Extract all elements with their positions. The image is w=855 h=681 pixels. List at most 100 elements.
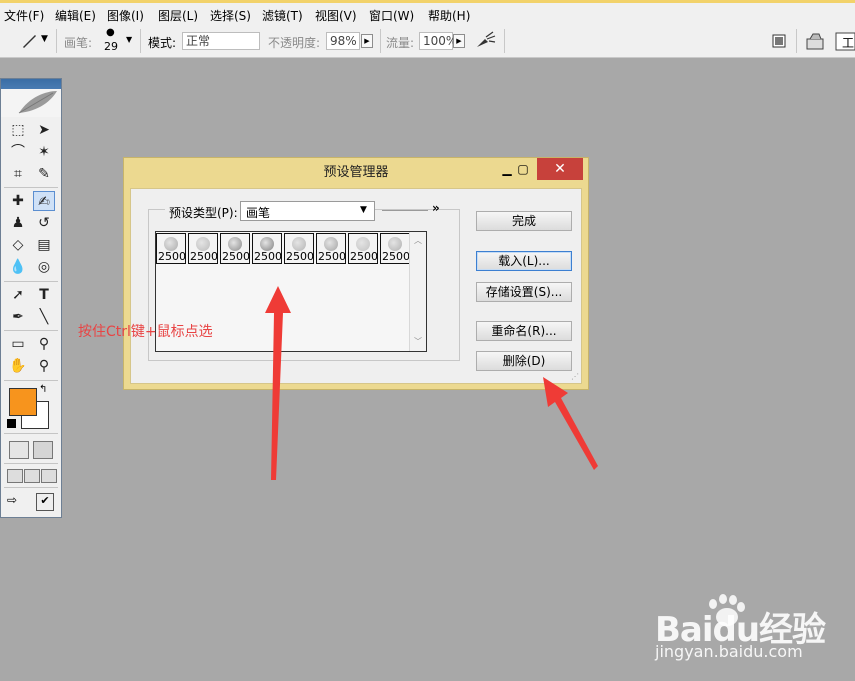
opacity-label: 不透明度: [268, 36, 321, 50]
preset-swatch[interactable]: 2500 [284, 233, 314, 264]
workspace-icon[interactable]: 工 [834, 30, 855, 52]
preset-swatch[interactable]: 2500 [188, 233, 218, 264]
preset-type-label: 预设类型(P): [165, 204, 242, 221]
edit-in-imageready-icon[interactable]: ✔ [36, 493, 54, 511]
default-colors-icon[interactable] [7, 419, 16, 428]
scroll-down-icon[interactable]: ﹀ [414, 336, 422, 347]
more-options-button[interactable]: » [432, 201, 440, 215]
file-browser-icon[interactable] [804, 30, 826, 52]
brush-picker-chevron-icon[interactable]: ▼ [126, 35, 132, 44]
brush-dot-icon: ● [106, 27, 115, 38]
feather-logo-icon [1, 89, 61, 117]
svg-text:工: 工 [842, 36, 854, 50]
menu-bar: 文件(F) 编辑(E) 图像(I) 图层(L) 选择(S) 滤镜(T) 视图(V… [0, 0, 855, 24]
divider [382, 210, 428, 211]
resize-grip-icon[interactable]: ⋰ [571, 372, 579, 381]
preset-swatch[interactable]: 2500 [348, 233, 378, 264]
line-icon[interactable]: ╲ [33, 307, 55, 327]
menu-help[interactable]: 帮助(H) [428, 7, 470, 24]
magic-wand-icon[interactable]: ✶ [33, 142, 55, 162]
slice-icon[interactable]: ✎ [33, 164, 55, 184]
lasso-icon[interactable]: ⌒ [7, 142, 29, 162]
arrow-to-delete-button [543, 377, 598, 470]
menu-edit[interactable]: 编辑(E) [55, 7, 96, 24]
blur-icon[interactable]: 💧 [7, 257, 29, 277]
standard-mode-icon[interactable] [9, 441, 29, 459]
healing-icon[interactable]: ✚ [7, 191, 29, 211]
eraser-icon[interactable]: ◇ [7, 235, 29, 255]
scrollbar[interactable]: ︿ ﹀ [409, 232, 426, 351]
opacity-arrow-icon[interactable]: ▶ [361, 34, 373, 48]
palette-well-icon[interactable] [771, 33, 787, 49]
brush-size[interactable]: 29 [104, 40, 118, 53]
preset-swatch[interactable]: 2500 [380, 233, 410, 264]
toolbox: ⬚ ➤ ⌒ ✶ ⌗ ✎ ✚ ✍ ♟ ↺ ◇ ▤ 💧 ◎ ➚ T ✒ ╲ ▭ ⚲ … [0, 78, 62, 518]
preset-size: 2500 [318, 250, 346, 263]
notes-icon[interactable]: ▭ [7, 334, 29, 354]
load-button[interactable]: 载入(L)... [476, 251, 572, 271]
scroll-up-icon[interactable]: ︿ [414, 235, 422, 246]
menu-image[interactable]: 图像(I) [107, 7, 144, 24]
preset-size: 2500 [254, 250, 282, 263]
brush-label: 画笔: [64, 36, 93, 50]
preset-size: 2500 [158, 250, 186, 263]
delete-button[interactable]: 删除(D) [476, 351, 572, 371]
move-icon[interactable]: ➤ [33, 120, 55, 140]
tool-preset-chevron-icon[interactable]: ▼ [41, 34, 48, 44]
type-icon[interactable]: T [33, 285, 55, 305]
brush-tip-icon [260, 237, 274, 251]
screen-mode-full-icon[interactable] [41, 469, 57, 483]
opacity-field[interactable]: 98% [326, 32, 360, 50]
toolbox-header[interactable] [1, 79, 61, 117]
options-bar: ▼ 画笔: ● 29 ▼ 模式: 正常 不透明度: 98% ▶ 流量: 100%… [0, 24, 855, 58]
brush-tip-icon [228, 237, 242, 251]
flow-field[interactable]: 100% [419, 32, 457, 50]
pen-icon[interactable]: ✒ [7, 307, 29, 327]
maximize-icon[interactable]: ▢ [510, 159, 536, 179]
menu-file[interactable]: 文件(F) [4, 7, 44, 24]
crop-icon[interactable]: ⌗ [7, 164, 29, 184]
menu-view[interactable]: 视图(V) [315, 7, 357, 24]
quick-mask-icon[interactable] [33, 441, 53, 459]
mode-select[interactable]: 正常 [182, 32, 260, 50]
preset-size: 2500 [190, 250, 218, 263]
zoom-icon[interactable]: ⚲ [33, 356, 55, 376]
dialog-client: 预设类型(P): 画笔 ▼ » 2500 2500 2500 2500 2500 2500… [130, 188, 582, 384]
save-set-button[interactable]: 存储设置(S)... [476, 282, 572, 302]
swap-colors-icon[interactable]: ↰ [39, 384, 47, 395]
screen-mode-menu-icon[interactable] [24, 469, 40, 483]
done-button[interactable]: 完成 [476, 211, 572, 231]
close-icon[interactable]: ✕ [537, 158, 583, 180]
preset-type-select[interactable]: 画笔 ▼ [240, 201, 375, 221]
dodge-icon[interactable]: ◎ [33, 257, 55, 277]
brush-tip-icon [324, 237, 338, 251]
menu-window[interactable]: 窗口(W) [369, 7, 414, 24]
marquee-icon[interactable]: ⬚ [7, 120, 29, 140]
eyedropper-icon[interactable]: ⚲ [33, 334, 55, 354]
preset-swatch[interactable]: 2500 [220, 233, 250, 264]
jump-to-imageready-icon[interactable]: ⇨ [7, 493, 29, 509]
preset-size: 2500 [382, 250, 410, 263]
menu-filter[interactable]: 滤镜(T) [262, 7, 303, 24]
brush-icon[interactable]: ✍ [33, 191, 55, 211]
preset-swatch[interactable]: 2500 [316, 233, 346, 264]
brush-tip-icon [356, 237, 370, 251]
rename-button[interactable]: 重命名(R)... [476, 321, 572, 341]
stamp-icon[interactable]: ♟ [7, 213, 29, 233]
path-select-icon[interactable]: ➚ [7, 285, 29, 305]
foreground-color-chip [9, 388, 37, 416]
history-brush-icon[interactable]: ↺ [33, 213, 55, 233]
preset-swatch[interactable]: 2500 [252, 233, 282, 264]
gradient-icon[interactable]: ▤ [33, 235, 55, 255]
screen-mode-standard-icon[interactable] [7, 469, 23, 483]
hand-icon[interactable]: ✋ [7, 356, 29, 376]
menu-select[interactable]: 选择(S) [210, 7, 251, 24]
airbrush-icon[interactable] [475, 30, 497, 50]
brush-tool-icon[interactable] [20, 32, 38, 50]
flow-label: 流量: [386, 36, 415, 50]
preset-size: 2500 [350, 250, 378, 263]
menu-layer[interactable]: 图层(L) [158, 7, 198, 24]
baidu-watermark: Baidu经验 jingyan.baidu.com [655, 588, 855, 668]
preset-swatch[interactable]: 2500 [156, 233, 186, 264]
flow-arrow-icon[interactable]: ▶ [453, 34, 465, 48]
